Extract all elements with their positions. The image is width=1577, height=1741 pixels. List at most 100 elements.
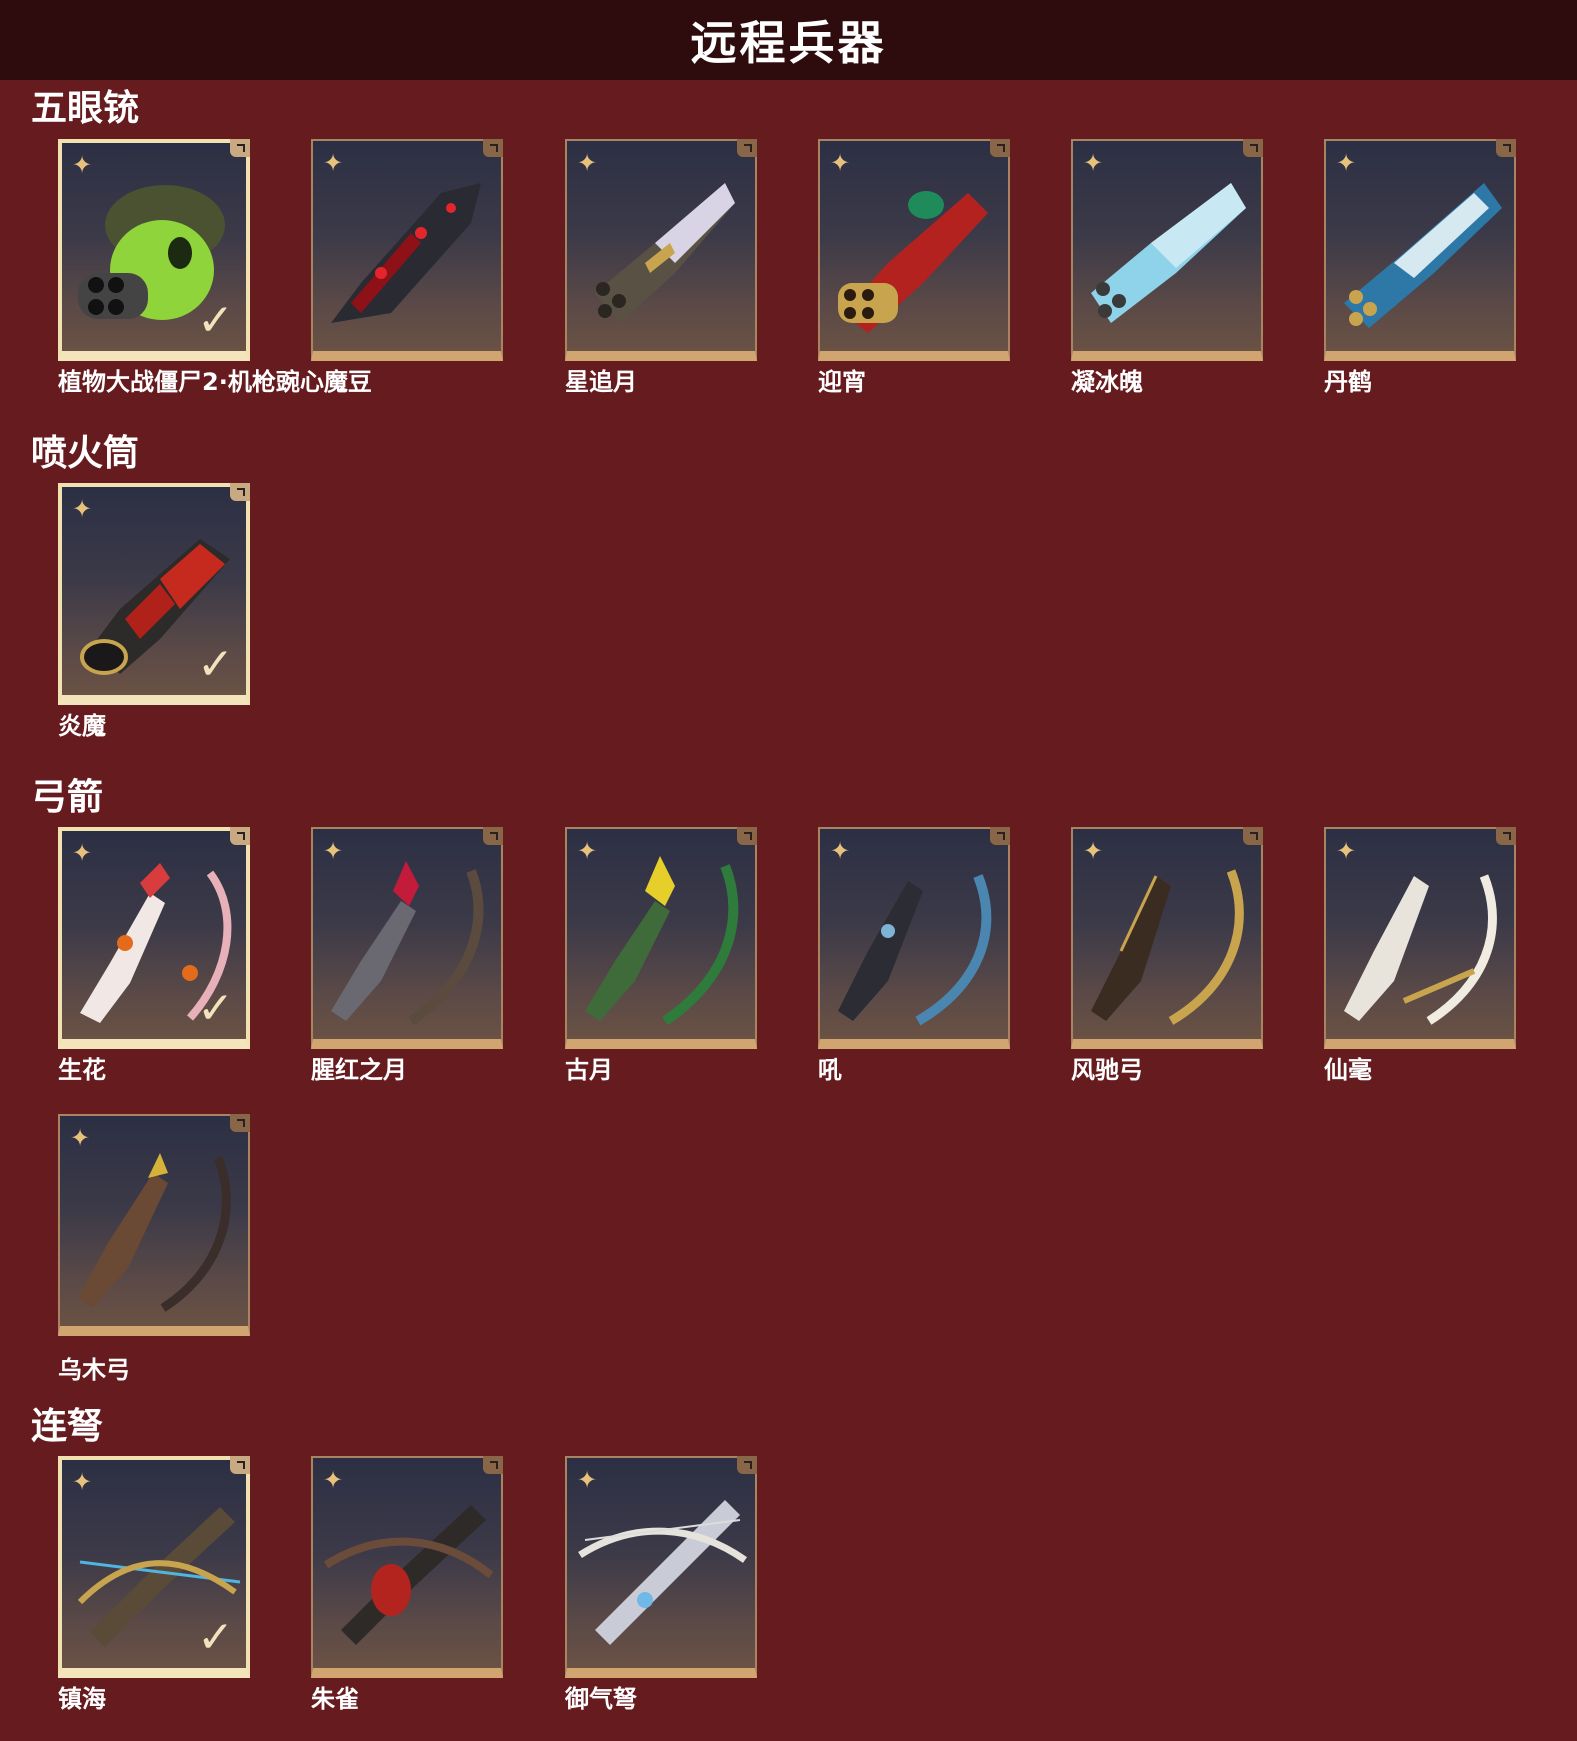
checkmark-icon: ✓: [197, 295, 234, 346]
weapon-tile: ✦: [311, 139, 503, 361]
star-badge-icon: ✦: [72, 1468, 93, 1496]
weapon-card-dark-crimson[interactable]: ✦: [311, 139, 503, 361]
corner-tab-icon: [990, 139, 1010, 157]
weapon-card-xingzhuiyue[interactable]: ✦: [565, 139, 757, 361]
weapon-tile: ✦: [818, 827, 1010, 1049]
weapon-name: 丹鹤: [1324, 368, 1372, 396]
star-badge-icon: ✦: [577, 837, 598, 865]
weapon-card-yingxiao[interactable]: ✦: [818, 139, 1010, 361]
weapon-card-fengchigong[interactable]: ✦: [1071, 827, 1263, 1049]
weapon-name: 迎宵: [818, 368, 866, 396]
weapon-tile: ✦ ✓: [58, 483, 250, 705]
weapon-name: 镇海: [58, 1685, 106, 1713]
star-badge-icon: ✦: [72, 495, 93, 523]
weapon-image: [1091, 869, 1244, 1025]
weapon-name: 吼: [818, 1056, 842, 1084]
weapon-name: 乌木弓: [58, 1356, 130, 1384]
star-badge-icon: ✦: [323, 1466, 344, 1494]
star-badge-icon: ✦: [577, 149, 598, 177]
weapon-tile: ✦: [565, 139, 757, 361]
star-badge-icon: ✦: [830, 149, 851, 177]
weapon-tile: ✦: [1324, 139, 1516, 361]
weapon-name: 生花: [58, 1056, 106, 1084]
weapon-tile: ✦: [311, 1456, 503, 1678]
weapon-name: 炎魔: [58, 712, 106, 740]
weapon-tile: ✦ ✓: [58, 827, 250, 1049]
star-badge-icon: ✦: [323, 837, 344, 865]
star-badge-icon: ✦: [1336, 149, 1357, 177]
weapon-image: [838, 191, 988, 333]
weapon-image: [331, 183, 481, 323]
weapon-tile: ✦: [565, 827, 757, 1049]
star-badge-icon: ✦: [1336, 837, 1357, 865]
weapon-tile: ✦: [58, 1114, 250, 1336]
weapon-name: 朱雀: [311, 1685, 359, 1713]
corner-tab-icon: [1243, 139, 1263, 157]
weapon-card-ningbingpo[interactable]: ✦: [1071, 139, 1263, 361]
corner-tab-icon: [737, 139, 757, 157]
corner-tab-icon: [230, 1456, 250, 1474]
corner-tab-icon: [483, 827, 503, 845]
section-title-five-barrel: 五眼铳: [31, 88, 140, 129]
star-badge-icon: ✦: [70, 1124, 91, 1152]
weapon-image: [331, 861, 484, 1026]
section-title-flamethrower: 喷火筒: [31, 433, 140, 474]
weapon-image: [578, 1500, 748, 1645]
corner-tab-icon: [230, 1114, 250, 1132]
weapon-name: 凝冰魄: [1071, 368, 1143, 396]
weapon-image: [78, 1153, 231, 1312]
page-header: 远程兵器: [0, 0, 1577, 80]
star-badge-icon: ✦: [577, 1466, 598, 1494]
weapon-card-danhe[interactable]: ✦: [1324, 139, 1516, 361]
corner-tab-icon: [230, 139, 250, 157]
corner-tab-icon: [1496, 139, 1516, 157]
weapon-card-guyue[interactable]: ✦: [565, 827, 757, 1049]
weapon-image: [595, 183, 735, 323]
corner-tab-icon: [1496, 827, 1516, 845]
weapon-image: [838, 874, 992, 1026]
star-badge-icon: ✦: [72, 151, 93, 179]
weapon-card-yuqinu[interactable]: ✦: [565, 1456, 757, 1678]
weapon-card-zhuque[interactable]: ✦: [311, 1456, 503, 1678]
corner-tab-icon: [230, 483, 250, 501]
checkmark-icon: ✓: [197, 983, 234, 1034]
weapon-tile: ✦: [1071, 827, 1263, 1049]
weapon-image: [323, 1505, 494, 1645]
weapon-card-pvz-pea[interactable]: ✦ ✓: [58, 139, 250, 361]
section-title-bow: 弓箭: [31, 777, 104, 818]
weapon-card-shenghua[interactable]: ✦ ✓: [58, 827, 250, 1049]
star-badge-icon: ✦: [1083, 149, 1104, 177]
weapon-name: 腥红之月: [311, 1056, 407, 1084]
corner-tab-icon: [990, 827, 1010, 845]
weapon-tile: ✦: [311, 827, 503, 1049]
weapon-card-zhenhai[interactable]: ✦ ✓: [58, 1456, 250, 1678]
weapon-card-xinghongzhiyue[interactable]: ✦: [311, 827, 503, 1049]
weapon-image: [1344, 874, 1497, 1025]
weapon-card-xianhao[interactable]: ✦: [1324, 827, 1516, 1049]
star-badge-icon: ✦: [1083, 837, 1104, 865]
weapon-card-yanmo[interactable]: ✦ ✓: [58, 483, 250, 705]
weapon-image: [1344, 183, 1502, 328]
star-badge-icon: ✦: [323, 149, 344, 177]
weapon-image: [585, 856, 739, 1026]
section-title-repeating-crossbow: 连弩: [31, 1406, 104, 1447]
weapon-tile: ✦: [565, 1456, 757, 1678]
weapon-name: 仙毫: [1324, 1056, 1372, 1084]
page-title: 远程兵器: [690, 16, 887, 70]
weapon-card-hou[interactable]: ✦: [818, 827, 1010, 1049]
checkmark-icon: ✓: [197, 639, 234, 690]
corner-tab-icon: [230, 827, 250, 845]
corner-tab-icon: [737, 1456, 757, 1474]
corner-tab-icon: [1243, 827, 1263, 845]
weapon-name: 御气弩: [565, 1685, 637, 1713]
corner-tab-icon: [737, 827, 757, 845]
corner-tab-icon: [483, 139, 503, 157]
weapon-tile: ✦ ✓: [58, 139, 250, 361]
weapon-name: 星追月: [565, 368, 637, 396]
weapon-name: 古月: [565, 1056, 613, 1084]
weapon-tile: ✦: [1324, 827, 1516, 1049]
weapon-name: 风驰弓: [1071, 1056, 1143, 1084]
corner-tab-icon: [483, 1456, 503, 1474]
weapon-tile: ✦ ✓: [58, 1456, 250, 1678]
weapon-card-wumugong[interactable]: ✦: [58, 1114, 250, 1336]
